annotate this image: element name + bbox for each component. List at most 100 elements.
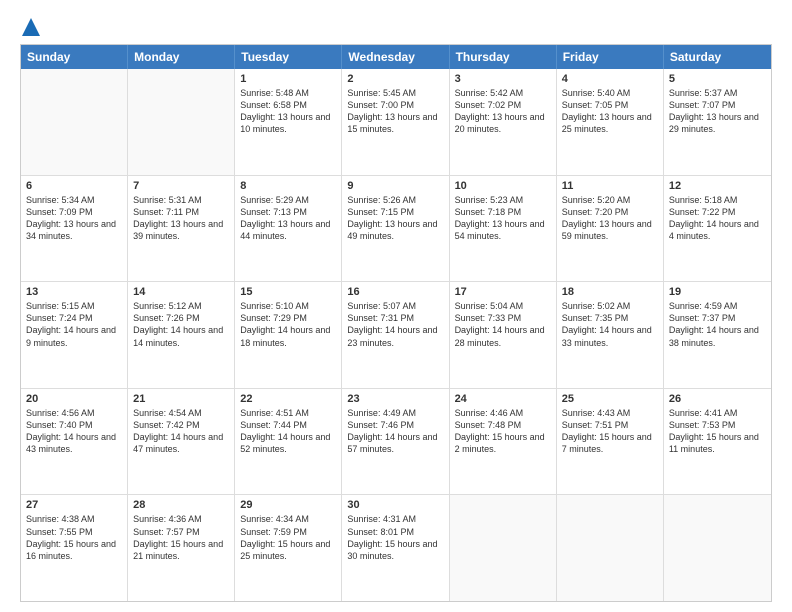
table-row: 14 Sunrise: 5:12 AM Sunset: 7:26 PM Dayli…: [128, 282, 235, 388]
week-row-3: 13 Sunrise: 5:15 AM Sunset: 7:24 PM Dayli…: [21, 282, 771, 389]
table-row: 5 Sunrise: 5:37 AM Sunset: 7:07 PM Daylig…: [664, 69, 771, 175]
day-number: 2: [347, 73, 443, 85]
logo-icon: [22, 18, 40, 36]
day-info: Sunrise: 4:54 AM Sunset: 7:42 PM Dayligh…: [133, 407, 229, 456]
table-row: 23Sunrise: 4:49 AM Sunset: 7:46 PM Dayli…: [342, 389, 449, 495]
day-number: 12: [669, 180, 766, 192]
table-row: 28Sunrise: 4:36 AM Sunset: 7:57 PM Dayli…: [128, 495, 235, 601]
day-number: 21: [133, 393, 229, 405]
day-number: 5: [669, 73, 766, 85]
calendar-body: 1 Sunrise: 5:48 AM Sunset: 6:58 PM Daylig…: [21, 69, 771, 601]
table-row: 20 Sunrise: 4:56 AM Sunset: 7:40 PM Dayli…: [21, 389, 128, 495]
table-row: 9 Sunrise: 5:26 AM Sunset: 7:15 PM Daylig…: [342, 176, 449, 282]
day-info: Sunrise: 5:20 AM Sunset: 7:20 PM Dayligh…: [562, 194, 658, 243]
calendar-header: SundayMondayTuesdayWednesdayThursdayFrid…: [21, 45, 771, 69]
day-info: Sunrise: 4:41 AM Sunset: 7:53 PM Dayligh…: [669, 407, 766, 456]
table-row: 7 Sunrise: 5:31 AM Sunset: 7:11 PM Daylig…: [128, 176, 235, 282]
day-info: Sunrise: 5:31 AM Sunset: 7:11 PM Dayligh…: [133, 194, 229, 243]
day-number: 20: [26, 393, 122, 405]
day-number: 4: [562, 73, 658, 85]
day-number: 25: [562, 393, 658, 405]
day-info: Sunrise: 5:45 AM Sunset: 7:00 PM Dayligh…: [347, 87, 443, 136]
table-row: 15 Sunrise: 5:10 AM Sunset: 7:29 PM Dayli…: [235, 282, 342, 388]
day-info: Sunrise: 5:34 AM Sunset: 7:09 PM Dayligh…: [26, 194, 122, 243]
day-info: Sunrise: 5:02 AM Sunset: 7:35 PM Dayligh…: [562, 300, 658, 349]
day-info: Sunrise: 5:29 AM Sunset: 7:13 PM Dayligh…: [240, 194, 336, 243]
day-number: 24: [455, 393, 551, 405]
page: SundayMondayTuesdayWednesdayThursdayFrid…: [0, 0, 792, 612]
day-info: Sunrise: 4:43 AM Sunset: 7:51 PM Dayligh…: [562, 407, 658, 456]
table-row: [557, 495, 664, 601]
day-number: 11: [562, 180, 658, 192]
table-row: 16 Sunrise: 5:07 AM Sunset: 7:31 PM Dayli…: [342, 282, 449, 388]
day-info: Sunrise: 5:37 AM Sunset: 7:07 PM Dayligh…: [669, 87, 766, 136]
logo: [20, 18, 40, 34]
day-info: Sunrise: 5:04 AM Sunset: 7:33 PM Dayligh…: [455, 300, 551, 349]
table-row: 29 Sunrise: 4:34 AM Sunset: 7:59 PM Dayli…: [235, 495, 342, 601]
table-row: 4 Sunrise: 5:40 AM Sunset: 7:05 PM Daylig…: [557, 69, 664, 175]
table-row: 22Sunrise: 4:51 AM Sunset: 7:44 PM Dayli…: [235, 389, 342, 495]
day-number: 10: [455, 180, 551, 192]
day-info: Sunrise: 5:15 AM Sunset: 7:24 PM Dayligh…: [26, 300, 122, 349]
day-info: Sunrise: 4:51 AM Sunset: 7:44 PM Dayligh…: [240, 407, 336, 456]
day-info: Sunrise: 5:10 AM Sunset: 7:29 PM Dayligh…: [240, 300, 336, 349]
day-info: Sunrise: 5:18 AM Sunset: 7:22 PM Dayligh…: [669, 194, 766, 243]
day-number: 18: [562, 286, 658, 298]
day-info: Sunrise: 4:31 AM Sunset: 8:01 PM Dayligh…: [347, 513, 443, 562]
day-info: Sunrise: 4:34 AM Sunset: 7:59 PM Dayligh…: [240, 513, 336, 562]
day-info: Sunrise: 5:48 AM Sunset: 6:58 PM Dayligh…: [240, 87, 336, 136]
day-number: 29: [240, 499, 336, 511]
table-row: 3Sunrise: 5:42 AM Sunset: 7:02 PM Daylig…: [450, 69, 557, 175]
header-day-wednesday: Wednesday: [342, 45, 449, 69]
day-info: Sunrise: 5:26 AM Sunset: 7:15 PM Dayligh…: [347, 194, 443, 243]
table-row: 30 Sunrise: 4:31 AM Sunset: 8:01 PM Dayli…: [342, 495, 449, 601]
week-row-4: 20 Sunrise: 4:56 AM Sunset: 7:40 PM Dayli…: [21, 389, 771, 496]
day-number: 9: [347, 180, 443, 192]
table-row: 13 Sunrise: 5:15 AM Sunset: 7:24 PM Dayli…: [21, 282, 128, 388]
table-row: 19 Sunrise: 4:59 AM Sunset: 7:37 PM Dayli…: [664, 282, 771, 388]
header: [20, 18, 772, 34]
day-info: Sunrise: 5:40 AM Sunset: 7:05 PM Dayligh…: [562, 87, 658, 136]
table-row: 18 Sunrise: 5:02 AM Sunset: 7:35 PM Dayli…: [557, 282, 664, 388]
day-number: 13: [26, 286, 122, 298]
day-info: Sunrise: 4:38 AM Sunset: 7:55 PM Dayligh…: [26, 513, 122, 562]
day-number: 27: [26, 499, 122, 511]
day-info: Sunrise: 5:23 AM Sunset: 7:18 PM Dayligh…: [455, 194, 551, 243]
header-day-saturday: Saturday: [664, 45, 771, 69]
table-row: 21 Sunrise: 4:54 AM Sunset: 7:42 PM Dayli…: [128, 389, 235, 495]
day-number: 6: [26, 180, 122, 192]
day-info: Sunrise: 5:07 AM Sunset: 7:31 PM Dayligh…: [347, 300, 443, 349]
table-row: [21, 69, 128, 175]
table-row: [128, 69, 235, 175]
day-info: Sunrise: 4:59 AM Sunset: 7:37 PM Dayligh…: [669, 300, 766, 349]
table-row: 24 Sunrise: 4:46 AM Sunset: 7:48 PM Dayli…: [450, 389, 557, 495]
day-number: 15: [240, 286, 336, 298]
day-info: Sunrise: 4:56 AM Sunset: 7:40 PM Dayligh…: [26, 407, 122, 456]
table-row: 11 Sunrise: 5:20 AM Sunset: 7:20 PM Dayli…: [557, 176, 664, 282]
day-info: Sunrise: 4:46 AM Sunset: 7:48 PM Dayligh…: [455, 407, 551, 456]
week-row-1: 1 Sunrise: 5:48 AM Sunset: 6:58 PM Daylig…: [21, 69, 771, 176]
calendar: SundayMondayTuesdayWednesdayThursdayFrid…: [20, 44, 772, 602]
day-number: 14: [133, 286, 229, 298]
day-number: 1: [240, 73, 336, 85]
table-row: [450, 495, 557, 601]
day-number: 19: [669, 286, 766, 298]
table-row: 1 Sunrise: 5:48 AM Sunset: 6:58 PM Daylig…: [235, 69, 342, 175]
table-row: 2 Sunrise: 5:45 AM Sunset: 7:00 PM Daylig…: [342, 69, 449, 175]
table-row: 6 Sunrise: 5:34 AM Sunset: 7:09 PM Daylig…: [21, 176, 128, 282]
day-number: 16: [347, 286, 443, 298]
day-number: 7: [133, 180, 229, 192]
day-number: 3: [455, 73, 551, 85]
table-row: 25 Sunrise: 4:43 AM Sunset: 7:51 PM Dayli…: [557, 389, 664, 495]
header-day-tuesday: Tuesday: [235, 45, 342, 69]
day-info: Sunrise: 5:12 AM Sunset: 7:26 PM Dayligh…: [133, 300, 229, 349]
day-number: 17: [455, 286, 551, 298]
day-number: 28: [133, 499, 229, 511]
week-row-2: 6 Sunrise: 5:34 AM Sunset: 7:09 PM Daylig…: [21, 176, 771, 283]
header-day-sunday: Sunday: [21, 45, 128, 69]
day-number: 26: [669, 393, 766, 405]
day-number: 30: [347, 499, 443, 511]
table-row: 27 Sunrise: 4:38 AM Sunset: 7:55 PM Dayli…: [21, 495, 128, 601]
day-number: 8: [240, 180, 336, 192]
week-row-5: 27 Sunrise: 4:38 AM Sunset: 7:55 PM Dayli…: [21, 495, 771, 601]
